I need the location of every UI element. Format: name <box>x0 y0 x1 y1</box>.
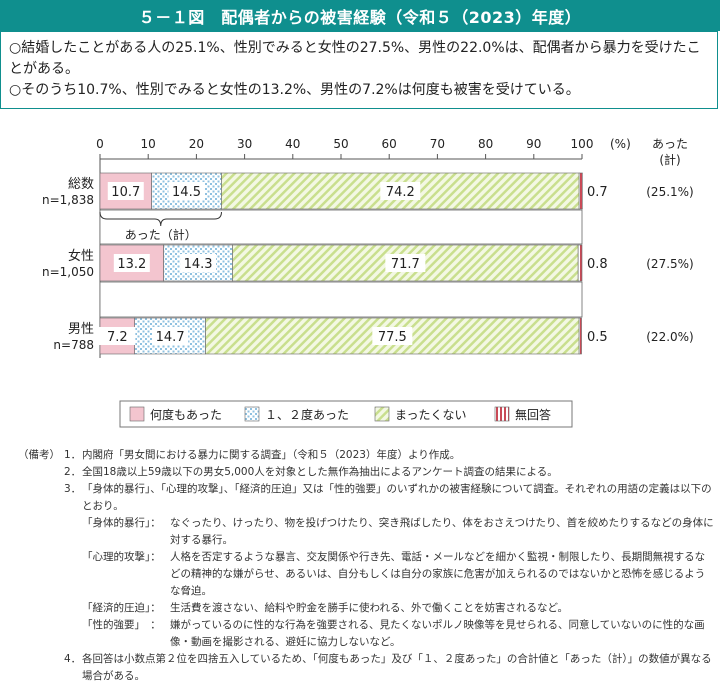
category-n-label: n=1,838 <box>42 193 94 207</box>
total-label: (27.5%) <box>646 257 693 271</box>
notes: （備考） 1． 内閣府「男女間における暴力に関する調査」（令和５（2023）年度… <box>18 447 714 685</box>
note-num: 4． <box>64 653 82 665</box>
bar-gap <box>99 281 583 318</box>
legend-label: まったくない <box>395 408 467 422</box>
note-3: 3． 「身体的暴行」、「心理的攻撃」、「経済的圧迫」又は「性的強要」のいずれかの… <box>18 481 714 515</box>
x-tick-label: 0 <box>96 137 104 151</box>
note-2: 2． 全国18歳以上59歳以下の男女5,000人を対象とした無作為抽出によるアン… <box>18 464 714 481</box>
definition-sexual: 「性的強要」 ： 嫌がっているのに性的な行為を強要される、見たくないポルノ映像等… <box>82 617 714 651</box>
category-label: 女性 <box>68 248 94 264</box>
data-label: 77.5 <box>378 330 407 345</box>
data-label: 0.8 <box>587 257 608 272</box>
x-tick-label: 70 <box>430 137 445 151</box>
note-num: 3． <box>64 483 82 495</box>
data-label: 0.5 <box>587 330 608 345</box>
total-label: (25.1%) <box>646 185 693 199</box>
x-tick-label: 40 <box>285 137 300 151</box>
brace-annotation: あった（計） <box>125 227 197 242</box>
note-1: （備考） 1． 内閣府「男女間における暴力に関する調査」（令和５（2023）年度… <box>18 447 714 464</box>
data-label: 10.7 <box>111 185 140 200</box>
legend-swatch <box>129 406 145 422</box>
definition-key: 「心理的攻撃」： <box>82 551 161 563</box>
category-label: 男性 <box>68 322 94 337</box>
bar-segment <box>578 317 582 355</box>
definition-economic: 「経済的圧迫」： 生活費を渡さない、給料や貯金を勝手に使われる、外で働くことを妨… <box>82 600 714 617</box>
x-tick-label: 30 <box>237 137 252 151</box>
data-label: 13.2 <box>117 257 146 272</box>
x-tick-label: 80 <box>478 137 493 151</box>
definition-value: 嫌がっているのに性的な行為を強要される、見たくないポルノ映像等を見せられる、同意… <box>170 619 705 648</box>
note-num: 2． <box>64 466 82 478</box>
note-text: 「身体的暴行」、「心理的攻撃」、「経済的圧迫」又は「性的強要」のいずれかの被害経… <box>82 483 712 512</box>
definition-key: 「経済的圧迫」： <box>82 602 161 614</box>
data-label: 7.2 <box>107 330 128 345</box>
chart-area: 0 10 20 30 40 50 60 70 80 90 100 (%) あった (計) 10.7 14.5… <box>0 118 720 438</box>
bar-segment <box>578 172 583 210</box>
total-label: (22.0%) <box>646 330 693 344</box>
category-n-label: n=788 <box>53 338 94 352</box>
definition-key: 「身体的暴行」： <box>82 517 161 529</box>
x-tick-label: 10 <box>141 137 156 151</box>
definition-value: 生活費を渡さない、給料や貯金を勝手に使われる、外で働くことを妨害されるなど。 <box>170 602 568 614</box>
legend-swatch <box>244 406 260 422</box>
data-label: 0.7 <box>587 185 608 200</box>
legend-label: 無回答 <box>515 407 551 422</box>
legend-label: 何度もあった <box>150 407 222 422</box>
summary-line-2: ○そのうち10.7%、性別でみると女性の13.2%、男性の7.2%は何度も被害を… <box>9 82 580 98</box>
x-tick-label: 20 <box>189 137 204 151</box>
category-label: 総数 <box>68 177 94 192</box>
legend-label: １、２度あった <box>265 407 349 422</box>
x-tick-label: 90 <box>526 137 541 151</box>
category-n-label: n=1,050 <box>42 265 94 279</box>
x-tick-label: 50 <box>333 137 348 151</box>
note-num: 1． <box>64 449 82 461</box>
summary-line-1: ○結婚したことがある人の25.1%、性別でみると女性の27.5%、男性の22.0… <box>9 40 701 77</box>
definition-physical: 「身体的暴行」： なぐったり、けったり、物を投げつけたり、突き飛ばしたり、体をお… <box>82 515 714 549</box>
legend-swatch <box>374 406 390 422</box>
x-tick-label: 60 <box>382 137 397 151</box>
data-label: 14.7 <box>156 330 185 345</box>
data-label: 71.7 <box>391 257 420 272</box>
summary-box: ○結婚したことがある人の25.1%、性別でみると女性の27.5%、男性の22.0… <box>0 31 718 109</box>
note-4: 4． 各回答は小数点第２位を四捨五入しているため、「何度もあった」及び「１、２度… <box>18 651 714 685</box>
stacked-bar-chart: 0 10 20 30 40 50 60 70 80 90 100 (%) あった(計) 10.7 14.5… <box>42 137 694 428</box>
definition-psychological: 「心理的攻撃」： 人格を否定するような暴言、交友関係や行き先、電話・メールなどを… <box>82 549 714 600</box>
definition-key: 「性的強要」 ： <box>82 619 161 631</box>
note-text: 内閣府「男女間における暴力に関する調査」（令和５（2023）年度）より作成。 <box>82 449 461 461</box>
definition-value: 人格を否定するような暴言、交友関係や行き先、電話・メールなどを細かく監視・制限し… <box>170 551 706 597</box>
definition-value: なぐったり、けったり、物を投げつけたり、突き飛ばしたり、体をおさえつけたり、首を… <box>170 517 714 546</box>
data-label: 74.2 <box>386 185 415 200</box>
legend-swatch <box>494 406 510 422</box>
bar-segment <box>577 244 583 282</box>
figure-title: ５－１図 配偶者からの被害経験（令和５（2023）年度） <box>0 0 720 31</box>
right-header: (計) <box>659 152 680 167</box>
data-label: 14.3 <box>184 257 213 272</box>
note-text: 各回答は小数点第２位を四捨五入しているため、「何度もあった」及び「１、２度あった… <box>82 653 712 682</box>
x-tick-label: 100 <box>571 137 594 151</box>
note-text: 全国18歳以上59歳以下の男女5,000人を対象とした無作為抽出によるアンケート… <box>82 466 558 478</box>
notes-head: （備考） <box>18 449 60 461</box>
right-header: あった <box>652 137 688 151</box>
data-label: 14.5 <box>172 185 201 200</box>
x-unit-label: (%) <box>610 137 631 151</box>
